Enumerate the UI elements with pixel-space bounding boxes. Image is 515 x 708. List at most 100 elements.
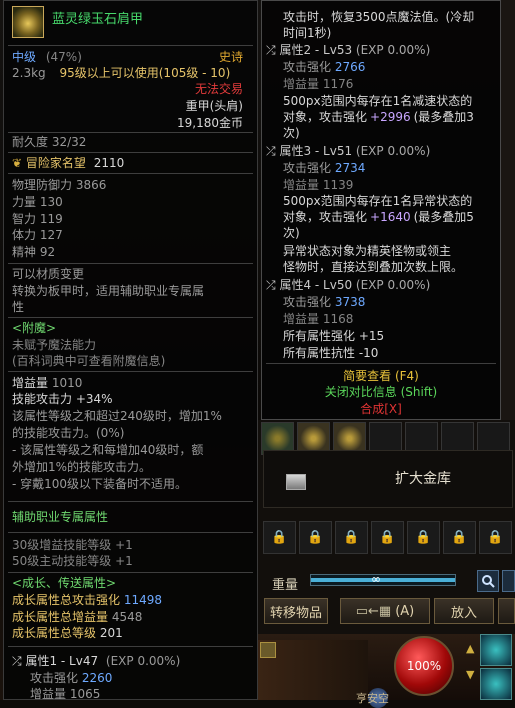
next-button[interactable] bbox=[498, 598, 515, 624]
divider bbox=[266, 363, 496, 364]
hp-orb: 100% bbox=[394, 636, 454, 696]
attribute-header: ⤮ 属性2 - Lv53 (EXP 0.00%) bbox=[266, 43, 431, 57]
transfer-items-button[interactable]: 转移物品 bbox=[264, 598, 328, 624]
divider bbox=[8, 152, 253, 153]
attribute-row: 攻击强化 2260 bbox=[30, 671, 113, 685]
hud-sub-label: 亨安空 bbox=[356, 692, 389, 705]
fame-label: 冒险家名望 bbox=[25, 156, 86, 170]
lock-icon: 🔒 bbox=[335, 521, 368, 554]
support-row: 50级主动技能等级 +1 bbox=[12, 554, 133, 568]
side-tab[interactable] bbox=[502, 570, 515, 592]
attribute-desc: 怪物时，直接达到叠加次数上限。 bbox=[283, 260, 464, 274]
sort-button[interactable]: ▭←▦ (A) bbox=[340, 598, 430, 624]
attribute-desc: 500px范围内每存在1名异常状态的 bbox=[283, 194, 473, 208]
durability: 耐久度 32/32 bbox=[12, 135, 87, 149]
growth-row: 成长属性总等级 201 bbox=[12, 626, 123, 640]
hp-percent: 100% bbox=[406, 659, 442, 673]
expand-vault-button[interactable]: 扩大金库 bbox=[348, 458, 498, 498]
stat-row: 力量 130 bbox=[12, 195, 63, 209]
compare-tooltip: 攻击时，恢复3500点魔法值。(冷却 时间1秒) ⤮ 属性2 - Lv53 (E… bbox=[261, 0, 501, 420]
trade-status: 无法交易 bbox=[194, 82, 243, 96]
grade-row: 中级 (47%) 史诗 bbox=[12, 50, 251, 64]
skill-icon[interactable] bbox=[480, 634, 512, 666]
arrow-down-icon[interactable]: ▼ bbox=[466, 668, 474, 681]
item-price: 19,180金币 bbox=[177, 116, 243, 130]
price-row: 19,180金币 bbox=[12, 116, 251, 130]
attribute-row: 增益量 1176 bbox=[283, 77, 354, 91]
shuffle-icon: ⤮ bbox=[12, 654, 22, 668]
enchant-none: 未赋予魔法能力 bbox=[12, 338, 97, 352]
shuffle-icon: ⤮ bbox=[266, 144, 276, 158]
stat-row: 物理防御力 3866 bbox=[12, 178, 107, 192]
buff-row: 增益量 1010 bbox=[12, 376, 83, 390]
enchant-hint: (百科词典中可查看附魔信息) bbox=[12, 354, 166, 368]
attribute-desc: 对象，攻击强化 +2996 (最多叠加3 bbox=[283, 110, 474, 124]
buff-slot[interactable] bbox=[260, 642, 276, 658]
inventory-panel: 扩大金库 🔒 🔒 🔒 🔒 🔒 🔒 🔒 重量 ∞ 转移物品 ▭←▦ (A) 放入 … bbox=[258, 420, 515, 708]
divider bbox=[8, 501, 253, 502]
description: - 穿戴100级以下装备时不适用。 bbox=[12, 477, 188, 491]
slot-row: 重甲(头肩) bbox=[12, 99, 251, 113]
attribute-desc: 次) bbox=[283, 226, 300, 240]
attribute-row: 增益量 1168 bbox=[283, 312, 354, 326]
search-button[interactable] bbox=[477, 570, 499, 592]
fame-row: ❦ 冒险家名望 2110 bbox=[12, 156, 251, 170]
effect-text: 攻击时，恢复3500点魔法值。(冷却 bbox=[283, 10, 475, 24]
rarity: 史诗 bbox=[218, 50, 243, 64]
lock-icon: 🔒 bbox=[479, 521, 512, 554]
vault-icon bbox=[286, 474, 306, 490]
lock-icon: 🔒 bbox=[407, 521, 440, 554]
attribute-header: ⤮ 属性3 - Lv51 (EXP 0.00%) bbox=[266, 144, 431, 158]
divider bbox=[8, 263, 253, 264]
sort-icon: ▭←▦ bbox=[355, 603, 392, 619]
attribute-row: 所有属性抗性 -10 bbox=[283, 346, 379, 360]
attribute-row: 攻击强化 2766 bbox=[283, 60, 366, 74]
divider bbox=[8, 317, 253, 318]
trade-row: 无法交易 bbox=[12, 82, 251, 96]
stat-row: 精神 92 bbox=[12, 245, 56, 259]
expand-vault-bar: 扩大金库 bbox=[263, 450, 513, 508]
weight-value: ∞ bbox=[371, 572, 381, 586]
brief-view-link[interactable]: 简要查看 (F4) bbox=[262, 367, 500, 384]
stat-row: 体力 127 bbox=[12, 228, 63, 242]
synthesize-link[interactable]: 合成[X] bbox=[262, 400, 500, 417]
fame-icon: ❦ bbox=[12, 156, 23, 170]
divider bbox=[8, 532, 253, 533]
divider bbox=[8, 371, 253, 372]
attribute-desc: 500px范围内每存在1名减速状态的 bbox=[283, 94, 473, 108]
grade-pct: (47%) bbox=[45, 50, 82, 64]
grade: 中级 bbox=[12, 50, 37, 64]
sort-shortcut: (A) bbox=[395, 603, 415, 619]
attribute-desc: 对象，攻击强化 +1640 (最多叠加5 bbox=[283, 210, 474, 224]
hud-bar: 100% 亨安空 ▲ ▼ bbox=[258, 634, 515, 708]
material-change: 可以材质变更 bbox=[12, 267, 85, 281]
transform-text: 转换为板甲时，适用辅助职业专属属 bbox=[12, 284, 205, 298]
item-slot-type: 重甲(头肩) bbox=[185, 99, 243, 113]
attribute-row: 增益量 1065 bbox=[30, 687, 101, 700]
effect-text: 时间1秒) bbox=[283, 26, 332, 40]
weight: 2.3kg bbox=[12, 66, 46, 80]
attribute-row: 所有属性强化 +15 bbox=[283, 329, 385, 343]
description: 的技能攻击力。(0%) bbox=[12, 426, 125, 440]
item-icon bbox=[12, 6, 44, 38]
skill-icon[interactable] bbox=[480, 668, 512, 700]
divider bbox=[8, 646, 253, 647]
close-compare-link[interactable]: 关闭对比信息 (Shift) bbox=[262, 383, 500, 400]
stat-row: 智力 119 bbox=[12, 212, 63, 226]
divider bbox=[8, 572, 253, 573]
growth-header: <成长、传送属性> bbox=[12, 576, 117, 590]
shuffle-icon: ⤮ bbox=[266, 278, 276, 292]
fame-value: 2110 bbox=[93, 156, 125, 170]
item-name: 蓝灵绿玉石肩甲 bbox=[52, 12, 144, 27]
attribute-desc: 次) bbox=[283, 126, 300, 140]
attribute-row: 增益量 1139 bbox=[283, 178, 354, 192]
divider bbox=[8, 45, 253, 46]
put-in-button[interactable]: 放入 bbox=[434, 598, 494, 624]
requirement-row: 2.3kg 95级以上可以使用(105级 - 10) bbox=[12, 66, 251, 80]
attribute-header: ⤮ 属性1 - Lv47 (EXP 0.00%) bbox=[12, 654, 181, 668]
weight-label: 重量 bbox=[272, 578, 299, 593]
window-edge bbox=[501, 0, 515, 420]
attribute-header: ⤮ 属性4 - Lv50 (EXP 0.00%) bbox=[266, 278, 431, 292]
lock-icon: 🔒 bbox=[443, 521, 476, 554]
arrow-up-icon[interactable]: ▲ bbox=[466, 642, 474, 655]
